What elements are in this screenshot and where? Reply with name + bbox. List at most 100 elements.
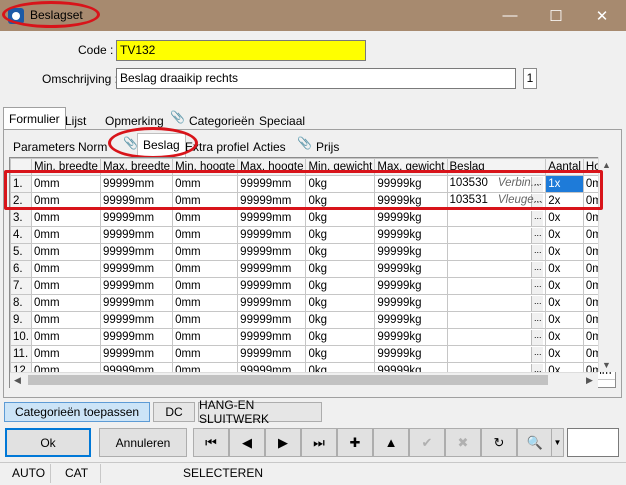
- grid-cell[interactable]: 99999kg: [374, 294, 448, 312]
- dc-button[interactable]: DC: [153, 402, 195, 422]
- grid-cell[interactable]: 99999mm: [99, 311, 174, 329]
- tab-parameters[interactable]: Parameters: [8, 136, 80, 158]
- beslag-cell[interactable]: ...: [446, 328, 547, 346]
- refresh-icon[interactable]: ↻: [481, 428, 517, 457]
- ellipsis-button[interactable]: ...: [531, 210, 544, 226]
- row-number[interactable]: 11.: [10, 345, 32, 363]
- grid-cell[interactable]: 0x: [545, 311, 584, 329]
- grid-cell[interactable]: 99999mm: [237, 311, 307, 329]
- grid-cell[interactable]: 99999mm: [237, 294, 307, 312]
- grid-cell[interactable]: 99999mm: [237, 277, 307, 295]
- grid-cell[interactable]: 99999mm: [237, 328, 307, 346]
- grid-cell[interactable]: 0mm: [31, 260, 101, 278]
- grid-cell[interactable]: 99999mm: [99, 294, 174, 312]
- table-row[interactable]: 8.0mm99999mm0mm99999mm0kg99999kg...0x0mm: [10, 294, 615, 312]
- grid-cell[interactable]: 0kg: [305, 243, 376, 261]
- grid-cell[interactable]: 0mm: [31, 311, 101, 329]
- grid-cell[interactable]: 99999mm: [237, 209, 307, 227]
- previous-record-icon[interactable]: ◀: [229, 428, 265, 457]
- grid-cell[interactable]: 0mm: [172, 328, 239, 346]
- grid-cell[interactable]: 0kg: [305, 311, 376, 329]
- row-number[interactable]: 4.: [10, 226, 32, 244]
- omschrijving-field[interactable]: Beslag draaikip rechts: [116, 68, 516, 89]
- table-row[interactable]: 6.0mm99999mm0mm99999mm0kg99999kg...0x0mm: [10, 260, 615, 278]
- beslag-cell[interactable]: ...: [446, 209, 547, 227]
- grid-cell[interactable]: 99999mm: [99, 328, 174, 346]
- grid-cell[interactable]: 0mm: [31, 345, 101, 363]
- grid-cell[interactable]: 99999mm: [237, 260, 307, 278]
- grid-cell[interactable]: 0x: [545, 345, 584, 363]
- add-icon[interactable]: ✚: [337, 428, 373, 457]
- grid-cell[interactable]: 99999mm: [237, 226, 307, 244]
- scroll-up-icon[interactable]: ▲: [602, 160, 611, 170]
- grid-cell[interactable]: 0x: [545, 260, 584, 278]
- tab-norm[interactable]: Norm: [73, 136, 112, 158]
- tab-formulier[interactable]: Formulier: [3, 107, 66, 130]
- maximize-button[interactable]: ☐: [533, 0, 579, 31]
- hang-en-sluitwerk-button[interactable]: HANG-EN SLUITWERK: [198, 398, 322, 426]
- table-row[interactable]: 3.0mm99999mm0mm99999mm0kg99999kg...0x0mm: [10, 209, 615, 227]
- grid-cell[interactable]: 0mm: [172, 294, 239, 312]
- grid-cell[interactable]: 0mm: [172, 311, 239, 329]
- row-number[interactable]: 10.: [10, 328, 32, 346]
- cancel-icon[interactable]: ✖: [445, 428, 481, 457]
- ellipsis-button[interactable]: ...: [531, 278, 544, 294]
- horizontal-scroll-thumb[interactable]: [28, 375, 548, 385]
- grid-cell[interactable]: 99999kg: [374, 243, 448, 261]
- table-row[interactable]: 4.0mm99999mm0mm99999mm0kg99999kg...0x0mm: [10, 226, 615, 244]
- beslag-cell[interactable]: ...: [446, 260, 547, 278]
- grid-cell[interactable]: 99999kg: [374, 226, 448, 244]
- last-record-icon[interactable]: ⏭: [301, 428, 337, 457]
- grid-cell[interactable]: 0x: [545, 226, 584, 244]
- row-number[interactable]: 6.: [10, 260, 32, 278]
- ellipsis-button[interactable]: ...: [531, 329, 544, 345]
- table-row[interactable]: 10.0mm99999mm0mm99999mm0kg99999kg...0x0m…: [10, 328, 615, 346]
- annuleren-button[interactable]: Annuleren: [99, 428, 187, 457]
- beslag-cell[interactable]: ...: [446, 345, 547, 363]
- grid-cell[interactable]: 0mm: [172, 277, 239, 295]
- row-number[interactable]: 8.: [10, 294, 32, 312]
- grid-cell[interactable]: 99999kg: [374, 260, 448, 278]
- tab-prijs[interactable]: Prijs: [311, 136, 344, 158]
- grid-cell[interactable]: 0mm: [172, 345, 239, 363]
- beslag-cell[interactable]: ...: [446, 226, 547, 244]
- row-number[interactable]: 3.: [10, 209, 32, 227]
- scroll-down-icon[interactable]: ▼: [602, 360, 611, 370]
- grid-cell[interactable]: 0mm: [31, 209, 101, 227]
- ellipsis-button[interactable]: ...: [531, 346, 544, 362]
- grid-cell[interactable]: 99999mm: [99, 243, 174, 261]
- grid-cell[interactable]: 0x: [545, 209, 584, 227]
- grid-cell[interactable]: 0mm: [172, 209, 239, 227]
- close-button[interactable]: ✕: [579, 0, 625, 31]
- grid-cell[interactable]: 99999mm: [99, 260, 174, 278]
- search-input[interactable]: [567, 428, 619, 457]
- grid-cell[interactable]: 0mm: [31, 226, 101, 244]
- grid-cell[interactable]: 99999kg: [374, 209, 448, 227]
- grid-cell[interactable]: 0mm: [31, 243, 101, 261]
- grid-cell[interactable]: 0kg: [305, 345, 376, 363]
- grid-cell[interactable]: 99999mm: [237, 345, 307, 363]
- grid-cell[interactable]: 0kg: [305, 328, 376, 346]
- dropdown-icon[interactable]: ▼: [551, 428, 564, 457]
- grid-cell[interactable]: 0mm: [31, 277, 101, 295]
- grid-cell[interactable]: 0kg: [305, 277, 376, 295]
- grid-cell[interactable]: 99999kg: [374, 277, 448, 295]
- row-number[interactable]: 9.: [10, 311, 32, 329]
- ellipsis-button[interactable]: ...: [531, 295, 544, 311]
- grid-cell[interactable]: 0x: [545, 243, 584, 261]
- beslag-cell[interactable]: ...: [446, 311, 547, 329]
- grid-cell[interactable]: 0mm: [31, 294, 101, 312]
- next-record-icon[interactable]: ▶: [265, 428, 301, 457]
- beslag-cell[interactable]: ...: [446, 277, 547, 295]
- grid-cell[interactable]: 99999mm: [99, 277, 174, 295]
- tab-acties[interactable]: Acties: [248, 136, 291, 158]
- grid-cell[interactable]: 0mm: [31, 328, 101, 346]
- search-icon[interactable]: 🔍: [517, 428, 553, 457]
- ellipsis-button[interactable]: ...: [531, 261, 544, 277]
- scroll-right-icon[interactable]: ▶: [586, 375, 593, 386]
- scroll-left-icon[interactable]: ◀: [14, 375, 21, 386]
- ellipsis-button[interactable]: ...: [531, 244, 544, 260]
- first-record-icon[interactable]: ⏮: [193, 428, 229, 457]
- up-icon[interactable]: ▲: [373, 428, 409, 457]
- table-row[interactable]: 9.0mm99999mm0mm99999mm0kg99999kg...0x0mm: [10, 311, 615, 329]
